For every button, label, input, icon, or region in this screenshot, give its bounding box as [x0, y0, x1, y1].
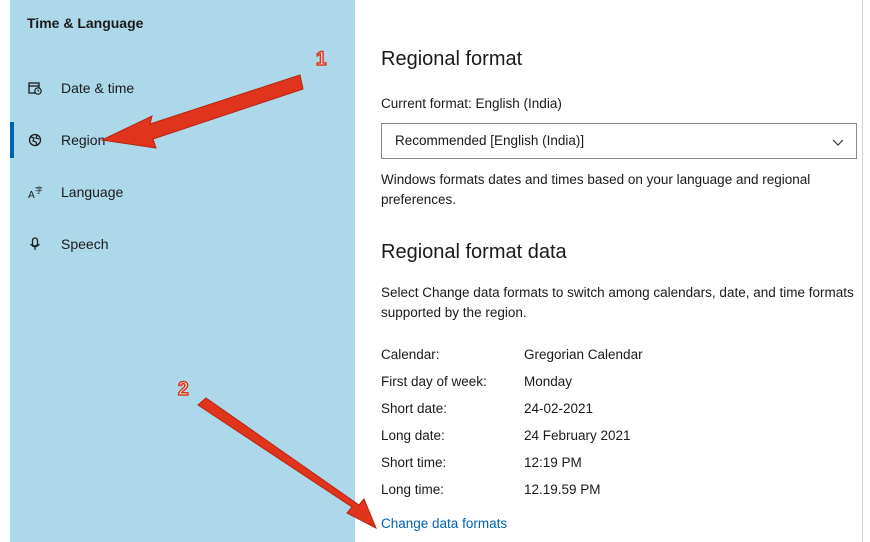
globe-icon [27, 132, 43, 148]
format-key: First day of week: [381, 374, 487, 389]
change-data-formats-link[interactable]: Change data formats [381, 516, 507, 531]
sidebar-item-label: Region [61, 132, 106, 148]
sidebar-item-label: Speech [61, 236, 109, 252]
regional-format-data-description: Select Change data formats to switch amo… [381, 285, 854, 320]
svg-text:A: A [28, 190, 35, 199]
format-key: Long time: [381, 482, 445, 497]
window-frame-right [862, 0, 870, 542]
regional-format-dropdown[interactable]: Recommended [English (India)] [381, 123, 857, 159]
format-value: 24-02-2021 [524, 401, 594, 416]
svg-text:字: 字 [35, 185, 42, 195]
format-row-long-date: Long date: 24 February 2021 [381, 428, 861, 448]
format-value: Monday [524, 374, 573, 389]
format-key: Short time: [381, 455, 447, 470]
format-row-first-day: First day of week: Monday [381, 374, 861, 394]
sidebar-item-label: Date & time [61, 80, 135, 96]
main-content: Regional format Current format: English … [356, 0, 861, 542]
format-key: Short date: [381, 401, 448, 416]
sidebar-item-speech[interactable]: Speech [10, 226, 355, 262]
regional-format-heading: Regional format [381, 48, 523, 70]
selection-indicator [10, 122, 14, 158]
window-frame-left [0, 0, 10, 542]
regional-format-description: Windows formats dates and times based on… [381, 172, 811, 207]
chevron-down-icon [832, 135, 844, 147]
format-value: 24 February 2021 [524, 428, 631, 443]
language-icon: A字 [27, 184, 43, 200]
format-key: Long date: [381, 428, 445, 443]
sidebar-item-region[interactable]: Region [10, 122, 355, 158]
sidebar-item-date-time[interactable]: Date & time [10, 70, 355, 106]
sidebar-title: Time & Language [27, 15, 144, 31]
annotation-step-1: 1 [315, 48, 327, 71]
format-row-long-time: Long time: 12.19.59 PM [381, 482, 861, 502]
calendar-clock-icon [27, 80, 43, 96]
format-value: 12.19.59 PM [524, 482, 601, 497]
sidebar-item-label: Language [61, 184, 124, 200]
format-row-short-date: Short date: 24-02-2021 [381, 401, 861, 421]
sidebar-item-language[interactable]: A字 Language [10, 174, 355, 210]
microphone-icon [27, 236, 43, 252]
format-key: Calendar: [381, 347, 440, 362]
current-format-label: Current format: English (India) [381, 96, 562, 111]
format-value: 12:19 PM [524, 455, 582, 470]
format-row-calendar: Calendar: Gregorian Calendar [381, 347, 861, 367]
sidebar: Time & Language Date & time Region A字 La… [10, 0, 355, 542]
format-value: Gregorian Calendar [524, 347, 643, 362]
regional-format-data-heading: Regional format data [381, 241, 567, 263]
dropdown-selected-value: Recommended [English (India)] [395, 133, 585, 148]
annotation-step-2: 2 [177, 378, 189, 401]
format-row-short-time: Short time: 12:19 PM [381, 455, 861, 475]
